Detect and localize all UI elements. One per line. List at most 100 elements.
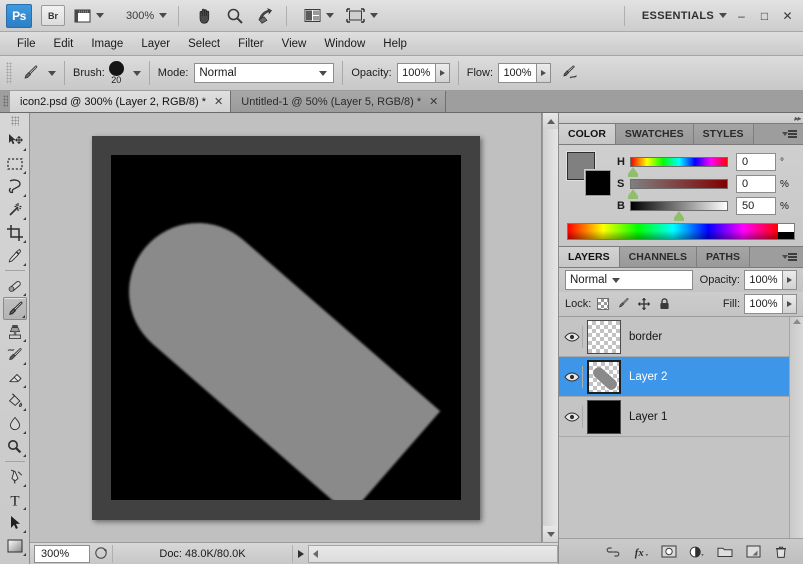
spectrum-gradient[interactable]: [568, 224, 778, 239]
saturation-slider-track[interactable]: [628, 179, 728, 199]
document-canvas[interactable]: [110, 155, 461, 500]
menu-layer[interactable]: Layer: [132, 35, 179, 53]
maximize-button[interactable]: □: [753, 7, 776, 25]
screen-mode-button[interactable]: [343, 3, 381, 29]
menu-help[interactable]: Help: [374, 35, 416, 53]
arrange-documents-button[interactable]: [301, 3, 337, 29]
layer-visibility-toggle[interactable]: [561, 405, 583, 428]
scroll-down-button[interactable]: [542, 526, 559, 542]
scroll-up-icon[interactable]: [792, 319, 801, 324]
hue-input[interactable]: 0: [736, 153, 776, 171]
layer-visibility-toggle[interactable]: [561, 365, 583, 388]
rectangular-marquee-tool[interactable]: [3, 152, 27, 175]
move-tool[interactable]: [3, 129, 27, 152]
link-layers-icon[interactable]: [605, 544, 621, 560]
bridge-button[interactable]: Br: [41, 5, 65, 26]
type-tool[interactable]: T: [3, 488, 27, 511]
document-tab-icon2[interactable]: icon2.psd @ 300% (Layer 2, RGB/8) * ✕: [10, 91, 232, 112]
layer-styles-icon[interactable]: fx: [633, 544, 649, 560]
paint-bucket-tool[interactable]: [3, 389, 27, 412]
color-panel-menu-button[interactable]: [771, 124, 803, 144]
tab-swatches[interactable]: SWATCHES: [615, 124, 694, 144]
tab-paths[interactable]: PATHS: [696, 247, 751, 267]
delete-layer-icon[interactable]: [773, 544, 789, 560]
airbrush-button[interactable]: [557, 61, 583, 85]
eyedropper-tool[interactable]: [3, 244, 27, 267]
minimize-button[interactable]: –: [730, 7, 753, 25]
lock-transparency-icon[interactable]: [597, 298, 610, 310]
canvas-horizontal-scrollbar[interactable]: [308, 544, 558, 563]
layer-opacity-control[interactable]: 100%: [744, 270, 797, 290]
layer-mask-icon[interactable]: [661, 544, 677, 560]
table-row[interactable]: border: [559, 317, 803, 357]
blend-mode-select[interactable]: Normal: [194, 63, 335, 83]
layers-vertical-scrollbar[interactable]: [789, 317, 803, 538]
adjustment-layer-icon[interactable]: [689, 544, 705, 560]
menu-window[interactable]: Window: [315, 35, 374, 53]
rotate-view-button[interactable]: [253, 3, 278, 29]
brightness-slider-thumb[interactable]: [674, 211, 684, 221]
new-group-icon[interactable]: [717, 544, 733, 560]
flow-slider-button[interactable]: [537, 63, 552, 83]
canvas-background[interactable]: [30, 113, 542, 542]
spectrum-blackwhite[interactable]: [778, 224, 794, 239]
opacity-control[interactable]: 100%: [396, 63, 450, 83]
layer-fill-slider-button[interactable]: [783, 294, 797, 314]
scroll-up-button[interactable]: [542, 113, 559, 129]
brush-preset-chevron-icon[interactable]: [132, 70, 141, 76]
layer-fill-input[interactable]: 100%: [744, 294, 783, 314]
layer-opacity-slider-button[interactable]: [783, 270, 797, 290]
status-menu-arrow-icon[interactable]: [292, 544, 308, 563]
tab-color[interactable]: COLOR: [559, 124, 616, 144]
hue-slider-track[interactable]: [628, 157, 728, 177]
crop-tool[interactable]: [3, 221, 27, 244]
dodge-tool[interactable]: [3, 435, 27, 458]
lock-all-icon[interactable]: [658, 297, 671, 311]
layer-opacity-input[interactable]: 100%: [744, 270, 783, 290]
layer-thumbnail[interactable]: [587, 399, 621, 434]
opacity-slider-button[interactable]: [435, 63, 450, 83]
status-zoom-input[interactable]: 300%: [34, 544, 90, 563]
workspace-switcher[interactable]: ESSENTIALS: [639, 3, 730, 29]
menu-edit[interactable]: Edit: [45, 35, 83, 53]
options-bar-grip[interactable]: [6, 62, 12, 84]
opacity-input[interactable]: 100%: [396, 63, 436, 83]
menu-file[interactable]: File: [8, 35, 45, 53]
saturation-slider-thumb[interactable]: [628, 189, 638, 199]
flow-control[interactable]: 100%: [498, 63, 552, 83]
pen-tool[interactable]: [3, 465, 27, 488]
background-color-swatch[interactable]: [585, 170, 611, 196]
flow-input[interactable]: 100%: [498, 63, 538, 83]
menu-filter[interactable]: Filter: [229, 35, 273, 53]
history-brush-tool[interactable]: [3, 343, 27, 366]
layer-name[interactable]: Layer 1: [629, 411, 667, 423]
layer-blend-mode-select[interactable]: Normal: [565, 270, 693, 290]
tab-bar-grip[interactable]: [0, 90, 10, 112]
hand-tool-button[interactable]: [193, 3, 217, 29]
close-icon[interactable]: ✕: [429, 95, 438, 108]
menu-image[interactable]: Image: [82, 35, 132, 53]
tab-layers[interactable]: LAYERS: [559, 247, 620, 267]
layer-fill-control[interactable]: 100%: [744, 294, 797, 314]
clone-stamp-tool[interactable]: [3, 320, 27, 343]
document-tab-untitled1[interactable]: Untitled-1 @ 50% (Layer 5, RGB/8) * ✕: [231, 91, 447, 112]
eraser-tool[interactable]: [3, 366, 27, 389]
tab-channels[interactable]: CHANNELS: [619, 247, 697, 267]
healing-brush-tool[interactable]: [3, 274, 27, 297]
close-button[interactable]: ✕: [776, 7, 799, 25]
layer-list[interactable]: border Layer 2 Layer 1: [559, 316, 803, 538]
layer-thumbnail[interactable]: [587, 319, 621, 354]
saturation-input[interactable]: 0: [736, 175, 776, 193]
color-spectrum-ramp[interactable]: [567, 223, 795, 240]
layer-name[interactable]: Layer 2: [629, 371, 667, 383]
status-proxy-icon[interactable]: [90, 545, 112, 563]
current-tool-preview[interactable]: [17, 61, 43, 85]
layers-panel-menu-button[interactable]: [771, 247, 803, 267]
shape-tool[interactable]: [3, 534, 27, 557]
new-layer-icon[interactable]: [745, 544, 761, 560]
table-row[interactable]: Layer 2: [559, 357, 803, 397]
lock-position-icon[interactable]: [637, 297, 651, 311]
layer-name[interactable]: border: [629, 331, 662, 343]
toolbox-grip[interactable]: [10, 116, 19, 126]
brush-size-preview[interactable]: 20: [108, 61, 124, 85]
